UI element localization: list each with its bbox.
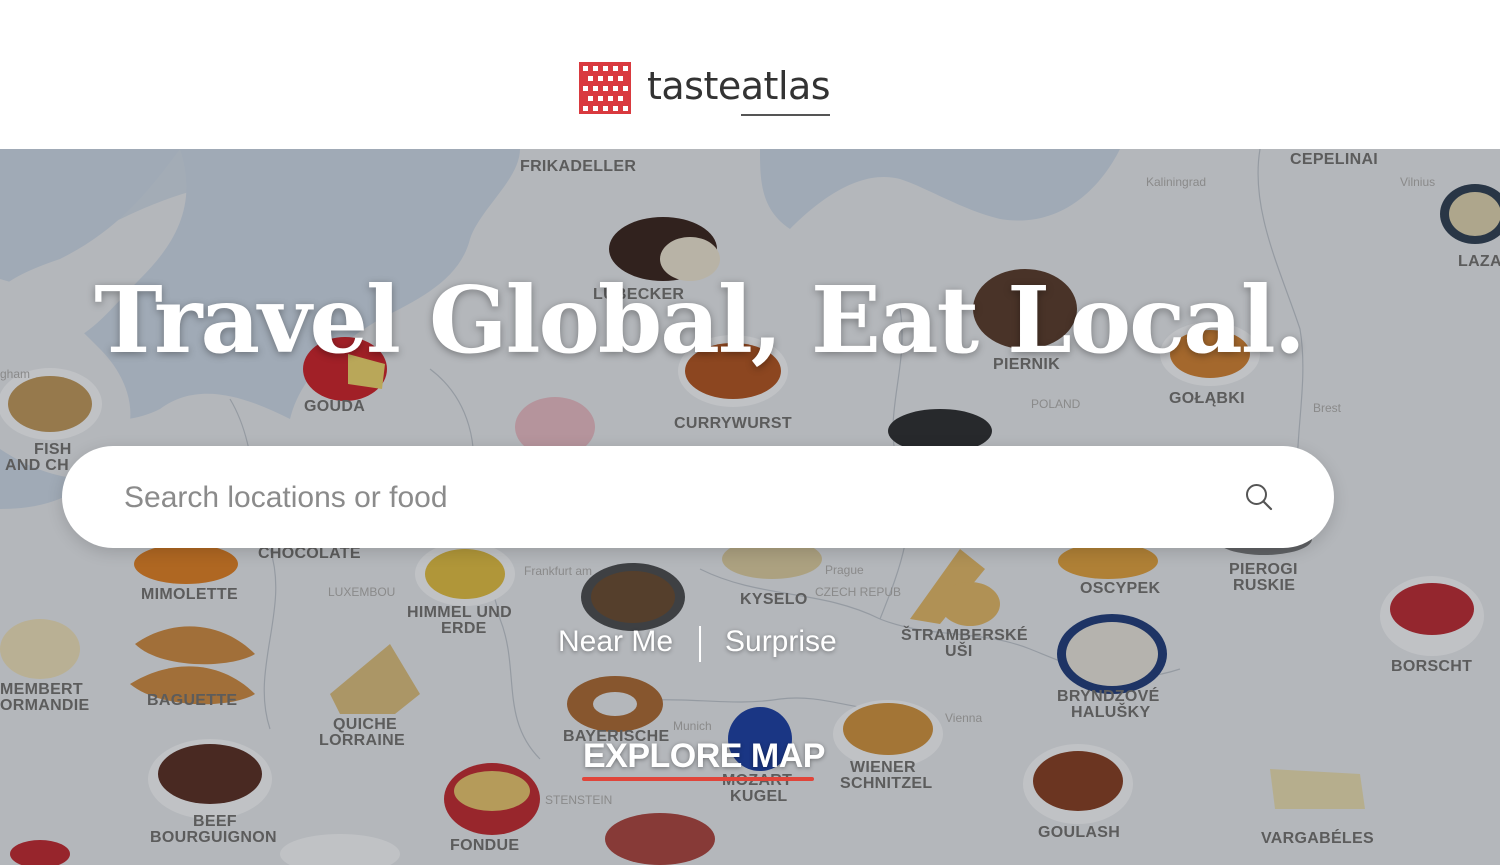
map-dish-label[interactable]: BOURGUIGNON xyxy=(150,830,277,846)
near-me-link[interactable]: Near Me xyxy=(558,625,673,659)
map-city-label: Vienna xyxy=(945,711,983,725)
surprise-link[interactable]: Surprise xyxy=(725,625,837,659)
map-dish-label[interactable]: UŠI xyxy=(945,644,973,660)
explore-map-link[interactable]: EXPLORE MAP xyxy=(583,737,825,776)
map-city-label: STENSTEIN xyxy=(545,793,613,807)
map-dish-label[interactable]: WIENER xyxy=(850,760,916,776)
map-dish-label[interactable]: OSCYPEK xyxy=(1080,581,1160,597)
map-dish-label[interactable]: MIMOLETTE xyxy=(141,587,238,603)
map-dish-label[interactable]: AND CH xyxy=(5,458,69,474)
map-dish-label[interactable]: MEMBERT xyxy=(0,682,83,698)
map-dish-label[interactable]: BAGUETTE xyxy=(147,693,237,709)
quick-actions-divider xyxy=(699,626,701,662)
map-dish-label[interactable]: BORSCHT xyxy=(1391,659,1472,675)
hero-section: FRIKADELLER CEPELINAI LAZA LÜBECKER PIER… xyxy=(0,149,1500,865)
logo-grid-icon xyxy=(579,62,631,114)
map-dish-label[interactable]: FISH xyxy=(34,442,72,458)
map-dish-label[interactable]: HALUŠKY xyxy=(1071,705,1150,721)
map-dish-label[interactable]: KYSELO xyxy=(740,592,808,608)
map-dish-label[interactable]: VARGABÉLES xyxy=(1261,831,1374,847)
map-dish-label[interactable]: ŠTRAMBERSKÉ xyxy=(901,628,1028,644)
explore-map-underline xyxy=(582,777,814,781)
map-dish-label[interactable]: CEPELINAI xyxy=(1290,152,1378,168)
map-city-label: Vilnius xyxy=(1400,175,1436,189)
site-header: tasteatlas xyxy=(0,0,1500,149)
map-dish-label[interactable]: KUGEL xyxy=(730,789,788,805)
map-dish-label[interactable]: GOŁĄBKI xyxy=(1169,391,1245,407)
map-dish-label[interactable]: ORMANDIE xyxy=(0,698,90,714)
map-dish-label[interactable]: BEEF xyxy=(193,814,237,830)
map-dish-label[interactable]: LORRAINE xyxy=(319,733,405,749)
map-city-label: Frankfurt am xyxy=(524,564,593,578)
map-city-label: Munich xyxy=(673,719,712,733)
map-dish-label[interactable]: RUSKIE xyxy=(1233,578,1295,594)
search-icon[interactable] xyxy=(1244,482,1274,512)
map-dish-label[interactable]: BRYNDZOVÉ xyxy=(1057,689,1160,705)
map-dish-label[interactable]: FRIKADELLER xyxy=(520,159,636,175)
map-dish-label[interactable]: ERDE xyxy=(441,621,487,637)
map-city-label: LUXEMBOU xyxy=(328,585,396,599)
map-dish-label[interactable]: GOULASH xyxy=(1038,825,1120,841)
map-dish-label[interactable]: HIMMEL UND xyxy=(407,605,512,621)
map-dish-label[interactable]: LAZA xyxy=(1458,254,1500,270)
logo-wordmark: tasteatlas xyxy=(647,64,831,108)
tasteatlas-logo[interactable]: tasteatlas xyxy=(579,62,831,114)
hero-headline: Travel Global, Eat Local. xyxy=(94,266,1306,374)
map-city-label: POLAND xyxy=(1031,397,1081,411)
map-dish-label[interactable]: FONDUE xyxy=(450,838,519,854)
map-city-label: CZECH REPUB xyxy=(815,585,902,599)
map-dish-label[interactable]: PIEROGI xyxy=(1229,562,1298,578)
map-dish-label[interactable]: SCHNITZEL xyxy=(840,776,932,792)
map-dish-label[interactable]: GOUDA xyxy=(304,399,365,415)
map-dish-label[interactable]: QUICHE xyxy=(333,717,397,733)
search-bar[interactable] xyxy=(62,446,1334,548)
logo-text-atlas: atlas xyxy=(740,64,831,108)
map-city-label: Prague xyxy=(825,563,864,577)
map-dish-label[interactable]: CHOCOLATE xyxy=(258,546,361,562)
map-dish-label[interactable]: CURRYWURST xyxy=(674,416,792,432)
logo-text-taste: taste xyxy=(647,64,741,108)
map-city-label: Brest xyxy=(1313,401,1342,415)
map-city-label: Kaliningrad xyxy=(1146,175,1207,189)
search-input[interactable] xyxy=(122,470,1206,526)
